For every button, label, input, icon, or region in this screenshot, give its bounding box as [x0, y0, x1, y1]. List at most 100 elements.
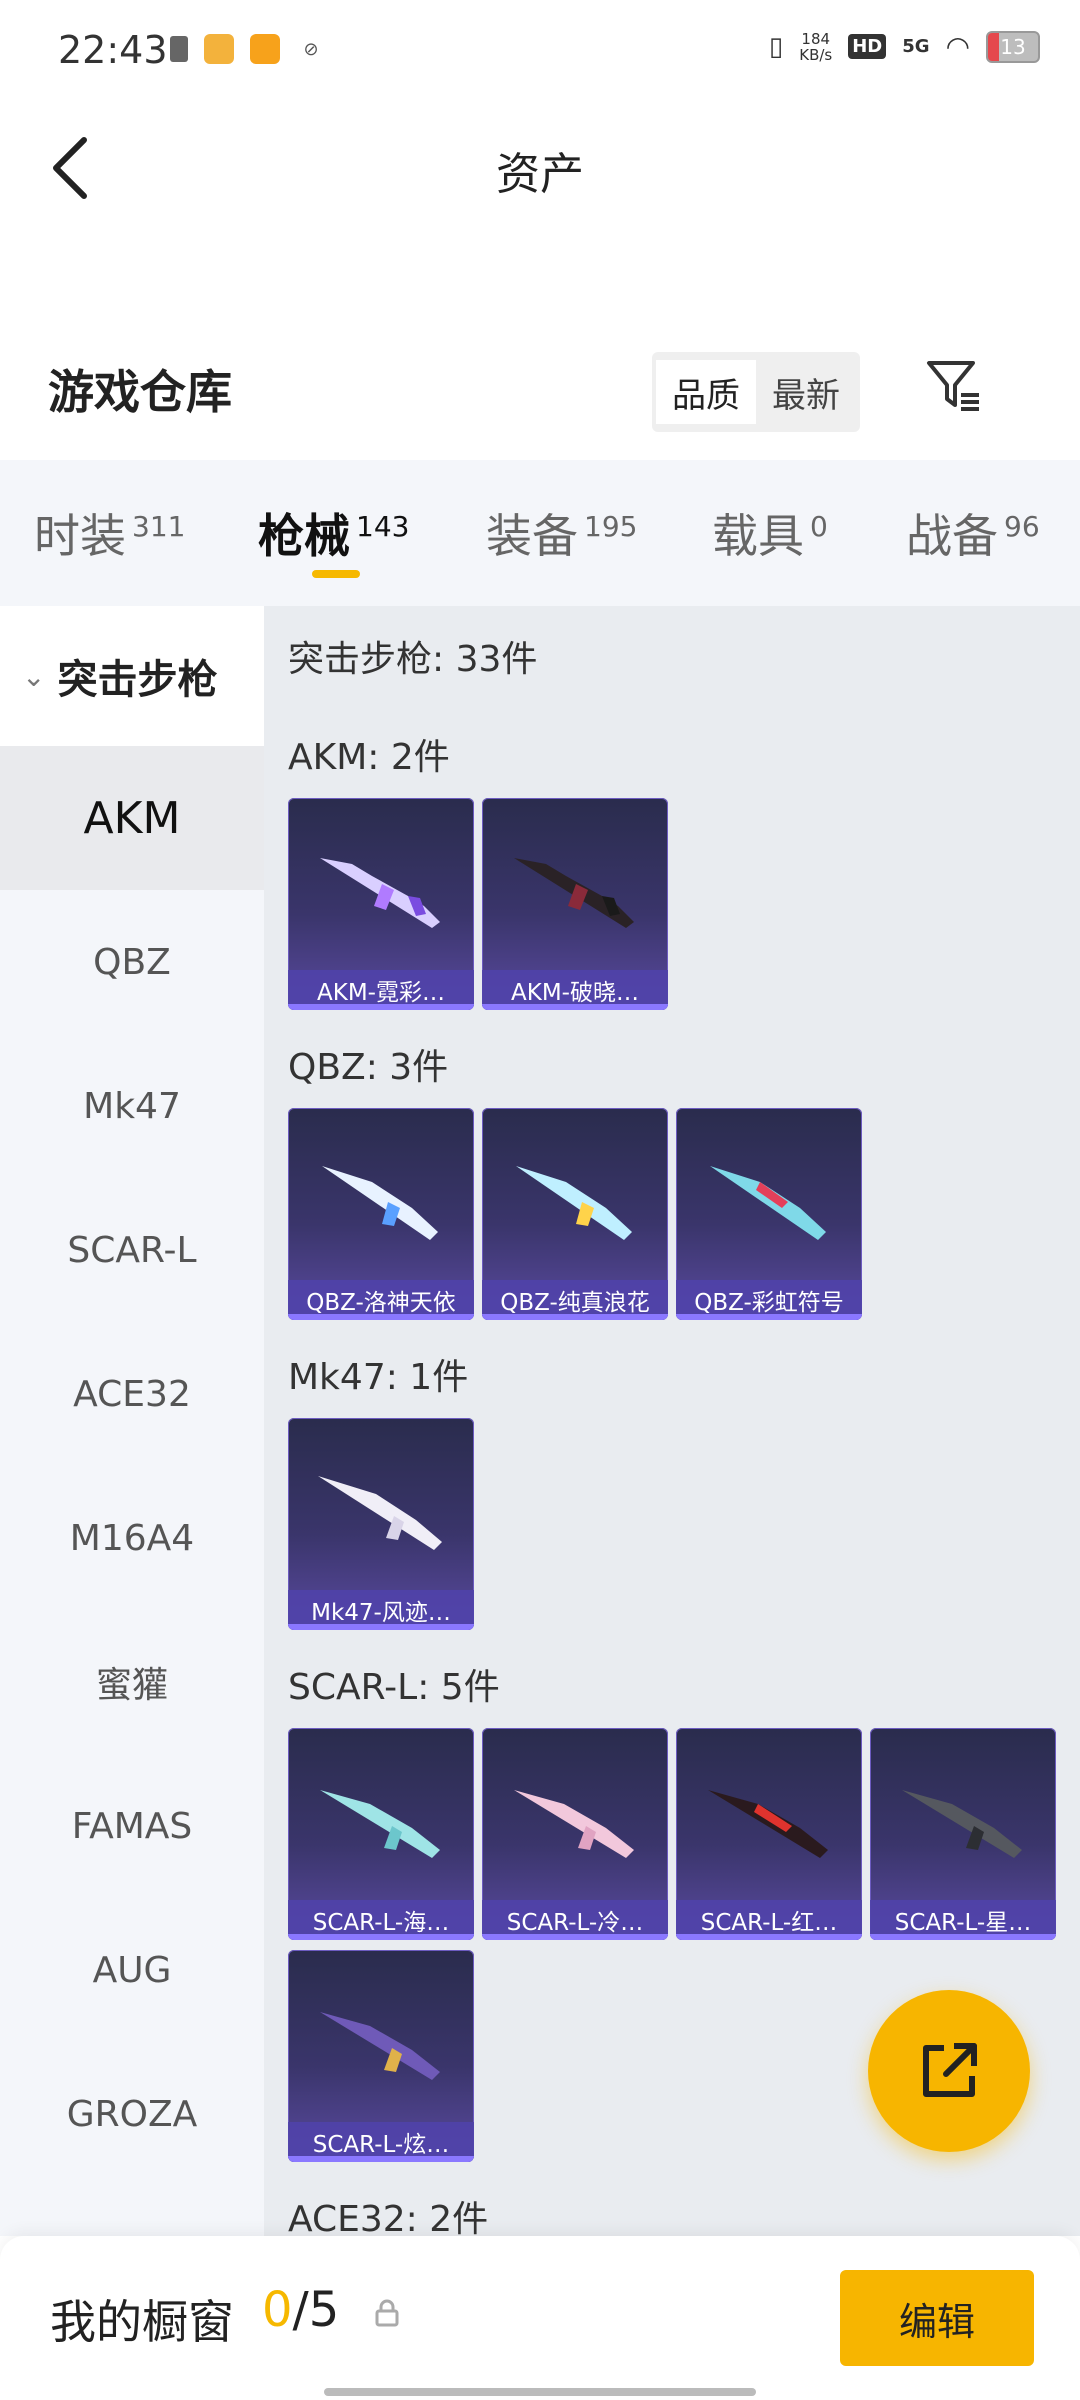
rarity-bar — [288, 1624, 474, 1630]
tab-count: 96 — [1004, 509, 1040, 543]
filter-button[interactable] — [918, 350, 988, 420]
rarity-bar — [870, 1934, 1056, 1940]
link-icon: ⊘ — [303, 38, 319, 60]
page-title: 资产 — [496, 149, 584, 200]
section-title-mk47: Mk47: 1件 — [288, 1357, 469, 1398]
tab-count: 143 — [356, 509, 410, 543]
tab-equipment[interactable]: 装备 195 — [486, 500, 637, 566]
weapon-card[interactable]: SCAR-L-炫… — [288, 1950, 474, 2162]
status-right: ▯ 184 KB/s HD 5G ◠ 13 — [769, 30, 1040, 63]
rifle-icon — [902, 1790, 1022, 1858]
tab-count: 311 — [132, 509, 186, 543]
total-count: 突击步枪: 33件 — [288, 639, 538, 680]
battery-level: 13 — [1000, 34, 1026, 59]
sim-icon — [170, 36, 188, 62]
home-indicator[interactable] — [324, 2388, 756, 2396]
rarity-bar — [482, 1314, 668, 1320]
sidebar-item-mk47[interactable]: Mk47 — [0, 1034, 264, 1178]
tab-firearms[interactable]: 枪械 143 — [258, 500, 409, 566]
sidebar-item-groza[interactable]: GROZA — [0, 2042, 264, 2186]
sidebar-item-m16a4[interactable]: M16A4 — [0, 1466, 264, 1610]
showcase-count: 0/5 — [262, 2282, 339, 2338]
rarity-bar — [288, 1004, 474, 1010]
rifle-icon — [516, 1166, 632, 1240]
hd-icon: HD — [848, 34, 887, 59]
vibrate-icon: ▯ — [768, 31, 784, 62]
showcase-title: 我的橱窗 — [50, 2295, 234, 2349]
filter-icon — [927, 361, 979, 411]
rifle-icon — [320, 1790, 440, 1858]
category-header[interactable]: ⌄ 突击步枪 — [0, 606, 264, 746]
weapon-card[interactable]: SCAR-L-冷… — [482, 1728, 668, 1940]
tab-label: 枪械 — [258, 509, 350, 563]
sidebar-item-honey-badger[interactable]: 蜜獾 — [0, 1610, 264, 1754]
rifle-icon — [320, 2012, 440, 2080]
weapon-card[interactable]: AKM-霓彩… — [288, 798, 474, 1010]
rifle-icon — [708, 1790, 828, 1858]
rarity-bar — [288, 1934, 474, 1940]
rarity-bar — [676, 1934, 862, 1940]
share-fab[interactable] — [868, 1990, 1030, 2152]
battery-icon: 13 — [986, 30, 1040, 63]
weapon-card[interactable]: QBZ-纯真浪花 — [482, 1108, 668, 1320]
section-title-akm: AKM: 2件 — [288, 737, 450, 778]
edit-button[interactable]: 编辑 — [840, 2270, 1034, 2366]
section-title-scar-l: SCAR-L: 5件 — [288, 1667, 500, 1708]
weapon-card[interactable]: AKM-破晓… — [482, 798, 668, 1010]
rarity-bar — [676, 1314, 862, 1320]
tab-count: 195 — [584, 509, 638, 543]
weapon-card[interactable]: QBZ-彩虹符号 — [676, 1108, 862, 1320]
weapon-card[interactable]: QBZ-洛神天依 — [288, 1108, 474, 1320]
status-time: 22:43 — [58, 28, 168, 72]
rifle-icon — [710, 1166, 826, 1240]
app-notification-icon — [204, 34, 234, 64]
category-tabs: 时装 311 枪械 143 装备 195 载具 0 战备 96 — [0, 460, 1080, 606]
tab-vehicles[interactable]: 载具 0 — [712, 500, 828, 566]
section-title-qbz: QBZ: 3件 — [288, 1047, 449, 1088]
weapon-card[interactable]: Mk47-风迹… — [288, 1418, 474, 1630]
showcase-max: /5 — [292, 2282, 340, 2338]
sidebar-item-qbz[interactable]: QBZ — [0, 890, 264, 1034]
weapon-card[interactable]: SCAR-L-星… — [870, 1728, 1056, 1940]
sidebar-item-ace32[interactable]: ACE32 — [0, 1322, 264, 1466]
game-notification-icon — [250, 34, 280, 64]
rifle-icon — [322, 1166, 438, 1240]
tab-supplies[interactable]: 战备 96 — [906, 500, 1040, 566]
rarity-bar — [482, 1004, 668, 1010]
tab-label: 时装 — [34, 509, 126, 563]
showcase-bar: 我的橱窗 0/5 编辑 — [0, 2236, 1080, 2400]
category-label: 突击步枪 — [57, 657, 218, 703]
active-tab-indicator — [312, 570, 360, 578]
net-speed-unit: KB/s — [799, 45, 833, 64]
wifi-icon: ◠ — [945, 30, 970, 63]
rifle-icon — [320, 858, 440, 928]
rarity-bar — [288, 1314, 474, 1320]
sidebar-item-akm[interactable]: AKM — [0, 746, 264, 890]
notification-icons: ⊘ — [170, 34, 326, 64]
chevron-down-icon: ⌄ — [22, 659, 46, 693]
sort-latest[interactable]: 最新 — [756, 360, 856, 424]
rarity-bar — [288, 2156, 474, 2162]
rifle-icon — [318, 1476, 442, 1550]
status-bar: 22:43 ⊘ ▯ 184 KB/s HD 5G ◠ 13 — [0, 0, 1080, 100]
rifle-icon — [514, 1790, 634, 1858]
weapon-card[interactable]: SCAR-L-海… — [288, 1728, 474, 1940]
sidebar-item-famas[interactable]: FAMAS — [0, 1754, 264, 1898]
signal-5g-icon: 5G — [902, 36, 930, 57]
tab-fashion[interactable]: 时装 311 — [34, 500, 185, 566]
sidebar-item-scar-l[interactable]: SCAR-L — [0, 1178, 264, 1322]
warehouse-title: 游戏仓库 — [48, 365, 232, 419]
showcase-current: 0 — [262, 2282, 293, 2338]
lock-icon — [375, 2299, 399, 2327]
tab-label: 装备 — [486, 509, 578, 563]
sort-quality[interactable]: 品质 — [656, 360, 756, 424]
tab-label: 载具 — [712, 509, 804, 563]
net-speed-value: 184 — [801, 29, 831, 48]
section-title-ace32: ACE32: 2件 — [288, 2199, 489, 2236]
tab-label: 战备 — [906, 509, 998, 563]
rarity-bar — [482, 1934, 668, 1940]
tab-count: 0 — [810, 509, 828, 543]
weapon-card[interactable]: SCAR-L-红… — [676, 1728, 862, 1940]
weapon-sidebar: ⌄ 突击步枪 AKM QBZ Mk47 SCAR-L ACE32 M16A4 蜜… — [0, 606, 264, 2236]
sidebar-item-aug[interactable]: AUG — [0, 1898, 264, 2042]
